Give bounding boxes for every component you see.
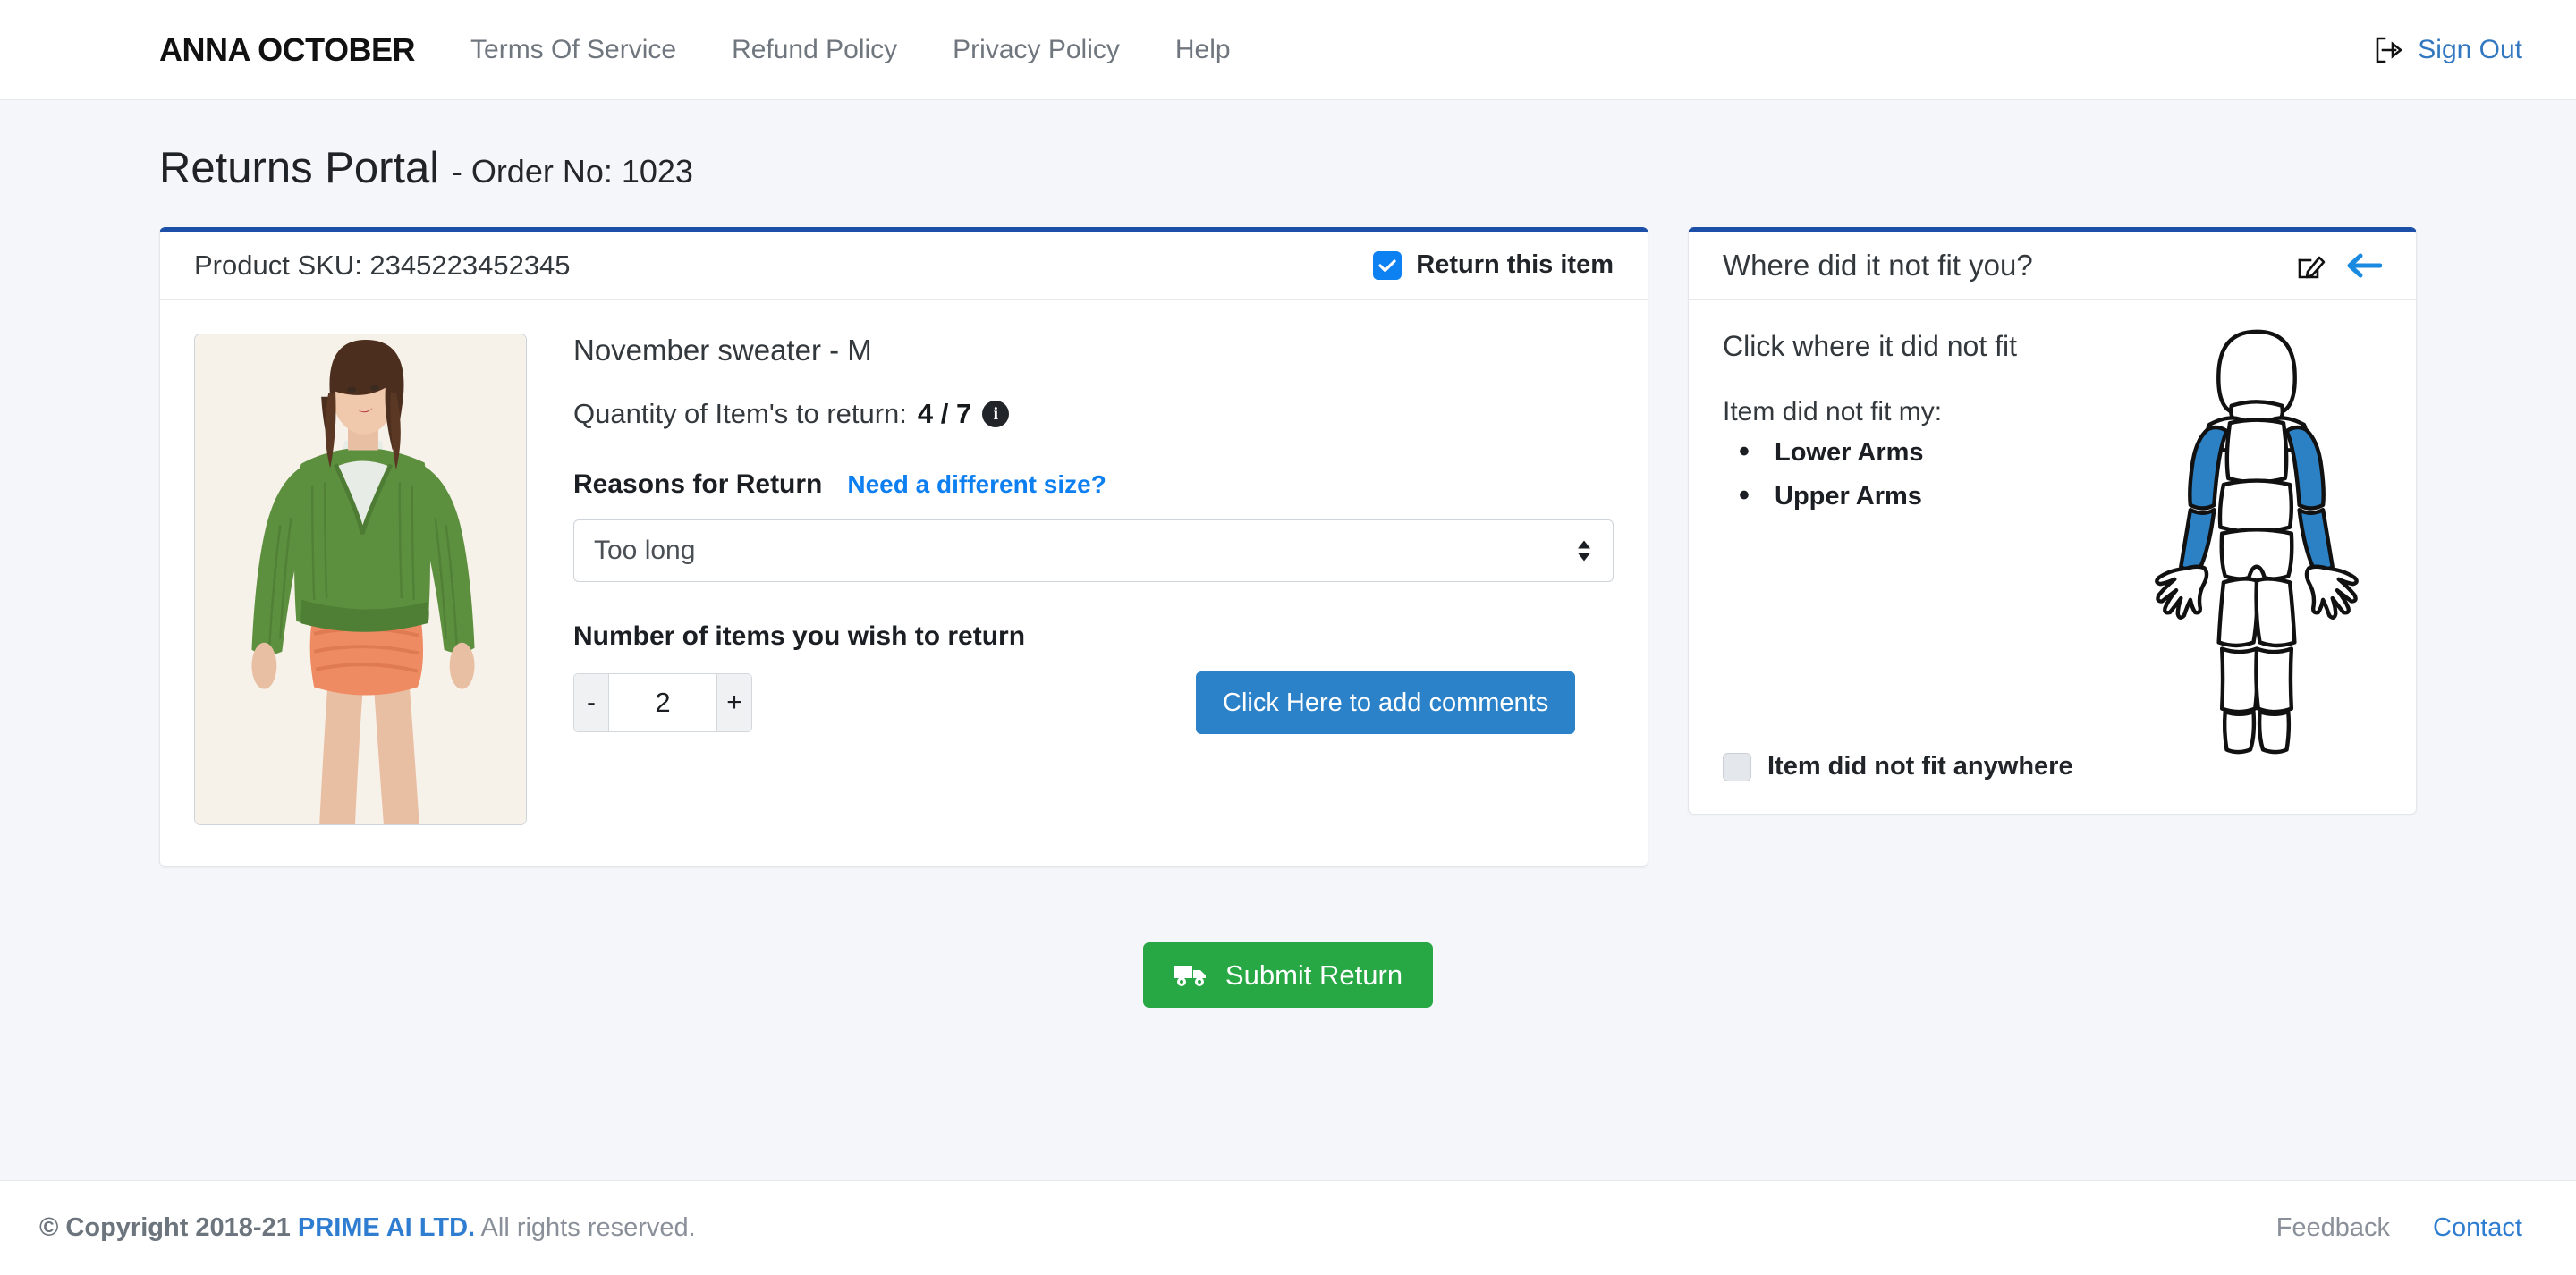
submit-return-button[interactable]: Submit Return: [1142, 942, 1434, 1008]
brand-logo[interactable]: ANNA OCTOBER: [159, 31, 416, 69]
item-did-not-fit-anywhere-label: Item did not fit anywhere: [1767, 752, 2073, 781]
page-title: Returns Portal - Order No: 1023: [0, 100, 2576, 193]
product-name: November sweater - M: [573, 334, 872, 367]
quantity-line: Quantity of Item's to return: 4 / 7 i: [573, 398, 1614, 430]
cards-row: Product SKU: 2345223452345 Return this i…: [0, 227, 2576, 867]
primary-nav: Terms Of Service Refund Policy Privacy P…: [470, 35, 1231, 65]
edit-pencil-icon[interactable]: [2296, 250, 2326, 281]
fit-card-body: Click where it did not fit Item did not …: [1689, 300, 2416, 814]
submit-return-label: Submit Return: [1224, 958, 1403, 991]
sign-out-label: Sign Out: [2418, 34, 2522, 64]
page-title-main: Returns Portal: [159, 144, 440, 192]
quantity-line-prefix: Quantity of Item's to return:: [573, 398, 907, 429]
product-return-card: Product SKU: 2345223452345 Return this i…: [159, 227, 1648, 867]
fit-card-header-actions: [2296, 250, 2382, 281]
product-sku-label: Product SKU: 2345223452345: [194, 249, 571, 281]
item-did-not-fit-anywhere-checkbox[interactable]: Item did not fit anywhere: [1723, 752, 2073, 781]
fit-card-title: Where did it not fit you?: [1723, 248, 2033, 282]
empty-checkbox-icon: [1723, 752, 1751, 781]
quantity-input[interactable]: 2: [608, 674, 717, 731]
fit-card-header: Where did it not fit you?: [1689, 232, 2416, 300]
footer-links: Feedback Contact: [2276, 1213, 2522, 1243]
check-icon: [1373, 250, 1402, 280]
quantity-stepper: - 2 +: [573, 673, 752, 732]
fit-location-card: Where did it not fit you? Click where it…: [1688, 227, 2417, 815]
footer: © Copyright 2018-21 PRIME AI LTD. All ri…: [0, 1180, 2576, 1275]
chevron-updown-icon: [1577, 540, 1591, 562]
reasons-for-return-label: Reasons for Return: [573, 469, 823, 499]
product-card-header: Product SKU: 2345223452345 Return this i…: [160, 232, 1648, 300]
sign-out-button[interactable]: Sign Out: [2375, 35, 2522, 65]
body-diagram[interactable]: [2123, 310, 2391, 766]
copyright-suffix: All rights reserved.: [475, 1213, 696, 1242]
footer-link-feedback[interactable]: Feedback: [2276, 1213, 2390, 1243]
reasons-row: Reasons for Return Need a different size…: [573, 469, 1614, 500]
footer-link-contact[interactable]: Contact: [2433, 1213, 2522, 1243]
info-icon[interactable]: i: [982, 401, 1010, 427]
quantity-increment-button[interactable]: +: [717, 674, 751, 731]
submit-row: Submit Return: [0, 942, 2576, 1008]
copyright-brand-link[interactable]: PRIME AI LTD.: [298, 1213, 475, 1242]
quantity-value: 4 / 7: [917, 398, 972, 429]
quantity-decrement-button[interactable]: -: [574, 674, 608, 731]
back-arrow-icon[interactable]: [2346, 250, 2382, 281]
add-comments-button[interactable]: Click Here to add comments: [1196, 671, 1576, 734]
product-info: November sweater - M Quantity of Item's …: [527, 334, 1614, 825]
top-navbar: ANNA OCTOBER Terms Of Service Refund Pol…: [0, 0, 2576, 100]
return-this-item-checkbox[interactable]: Return this item: [1373, 250, 1614, 280]
nav-link-refund-policy[interactable]: Refund Policy: [732, 35, 897, 65]
product-card-body: November sweater - M Quantity of Item's …: [160, 300, 1648, 866]
reason-select[interactable]: Too long: [573, 519, 1614, 582]
nav-link-privacy-policy[interactable]: Privacy Policy: [953, 35, 1120, 65]
truck-icon: [1174, 963, 1209, 988]
reason-select-value: Too long: [594, 536, 696, 565]
nav-link-terms-of-service[interactable]: Terms Of Service: [470, 35, 676, 65]
page-title-order: - Order No: 1023: [451, 153, 693, 190]
sign-out-icon: [2375, 37, 2405, 63]
nav-link-help[interactable]: Help: [1175, 35, 1231, 65]
need-different-size-link[interactable]: Need a different size?: [847, 470, 1106, 499]
product-image[interactable]: [194, 334, 527, 825]
number-of-items-label: Number of items you wish to return: [573, 621, 1026, 651]
return-this-item-label: Return this item: [1416, 250, 1614, 279]
copyright-text: © Copyright 2018-21 PRIME AI LTD. All ri…: [39, 1213, 696, 1243]
quantity-and-comments-row: - 2 + Click Here to add comments: [573, 671, 1614, 734]
copyright-prefix: © Copyright 2018-21: [39, 1213, 298, 1242]
